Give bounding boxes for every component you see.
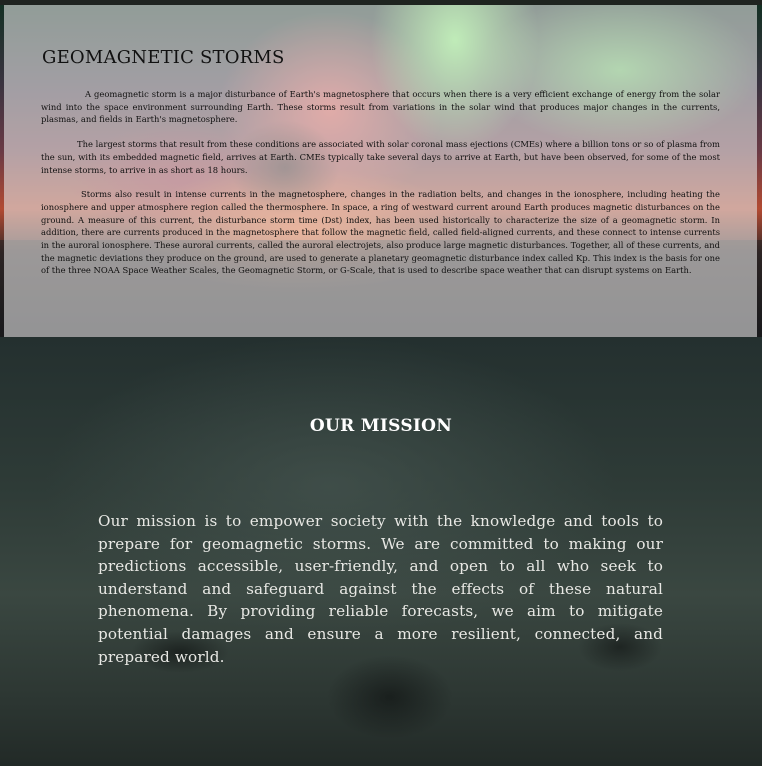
- paragraph: A geomagnetic storm is a major disturban…: [41, 89, 720, 125]
- mission-title: OUR MISSION: [309, 416, 453, 436]
- paragraph: Storms also result in intense currents i…: [41, 189, 720, 276]
- mission-section: OUR MISSION Our mission is to empower so…: [0, 337, 762, 766]
- geomagnetic-storms-section: GEOMAGNETIC STORMS A geomagnetic storm i…: [0, 0, 762, 337]
- paragraph: The largest storms that result from thes…: [41, 139, 720, 175]
- section-title: GEOMAGNETIC STORMS: [42, 47, 285, 68]
- mission-statement: Our mission is to empower society with t…: [98, 512, 663, 666]
- article-body: A geomagnetic storm is a major disturban…: [41, 88, 720, 289]
